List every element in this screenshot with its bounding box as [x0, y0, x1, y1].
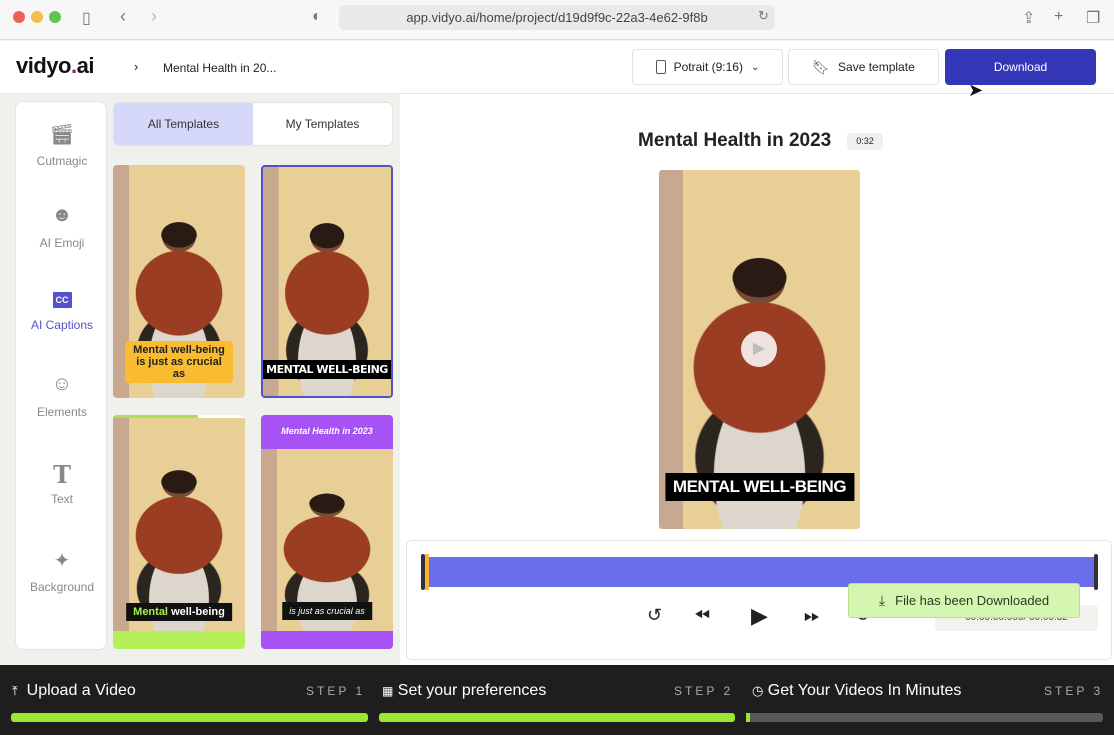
emoji-icon: ☻	[51, 204, 73, 226]
download-toast: ⤓ File has been Downloaded	[848, 583, 1080, 618]
sidebar-label: Elements	[36, 405, 88, 419]
sidebar-label: Cutmagic	[36, 154, 88, 168]
rewind-icon[interactable]: ⏪︎	[694, 605, 710, 628]
sidebar-item-ai-captions[interactable]: CC AI Captions	[16, 286, 108, 332]
aspect-label: Potrait (9:16)	[673, 60, 743, 74]
video-play-icon[interactable]: ▶	[741, 331, 777, 367]
sidebar-item-text[interactable]: T Text	[16, 460, 108, 506]
forward-icon[interactable]: ›	[151, 6, 157, 27]
replay-5-icon[interactable]: ↺	[647, 605, 662, 626]
playhead[interactable]	[425, 554, 429, 590]
upload-icon: ⤒	[12, 683, 18, 698]
sidebar-item-cutmagic[interactable]: 🎬︎ Cutmagic	[16, 122, 108, 168]
browser-toolbar: ▯ ‹ › ◐ app.vidyo.ai/home/project/d19d9f…	[0, 0, 1114, 40]
sidebar-label: AI Captions	[30, 318, 94, 332]
aspect-ratio-dropdown[interactable]: Potrait (9:16) ⌄	[632, 49, 783, 85]
download-icon: ⤓	[878, 592, 886, 608]
video-title: Mental Health in 2023	[638, 130, 832, 151]
sparkle-icon: ✦	[53, 550, 71, 572]
template-header: Mental Health in 2023	[281, 426, 373, 436]
new-tab-icon[interactable]: +	[1054, 8, 1063, 26]
sidebar-item-ai-emoji[interactable]: ☻ AI Emoji	[16, 204, 108, 250]
template-card-purple[interactable]: Mental Health in 2023 is just as crucial…	[261, 415, 393, 649]
tab-my-templates[interactable]: My Templates	[253, 103, 392, 145]
step-label: Upload a Video	[26, 682, 136, 699]
duration-badge: 0:32	[847, 133, 883, 150]
step-number: STEP 3	[1044, 684, 1104, 698]
step-3-progress	[746, 713, 1103, 722]
minimize-window-button[interactable]	[31, 11, 43, 23]
sidebar-label: Text	[50, 492, 73, 506]
template-thumbnail	[113, 418, 245, 631]
step-label: Set your preferences	[397, 682, 547, 699]
template-card-yellow[interactable]: Mental well-being is just as crucial as	[113, 165, 245, 398]
grid-icon: ▦	[382, 684, 394, 698]
shield-icon[interactable]: ◐	[312, 8, 322, 26]
step-number: STEP 1	[306, 684, 366, 698]
step-1: ⤒ Upload a Video	[12, 682, 136, 700]
bookmark-icon: 🔖︎	[812, 58, 831, 75]
toast-message: File has been Downloaded	[895, 593, 1050, 608]
mouse-cursor-icon: ➤	[968, 80, 984, 100]
step-3: ◷ Get Your Videos In Minutes	[752, 682, 961, 700]
template-card-green[interactable]: Mental well-being	[113, 415, 245, 649]
step-2: ▦ Set your preferences	[382, 682, 546, 700]
tab-all-templates[interactable]: All Templates	[114, 103, 253, 145]
tool-sidebar: 🎬︎ Cutmagic ☻ AI Emoji CC AI Captions ☺ Elem…	[15, 101, 107, 650]
maximize-window-button[interactable]	[49, 11, 61, 23]
sidebar-item-background[interactable]: ✦ Background	[16, 548, 108, 594]
tabs-overview-icon[interactable]: ❐	[1086, 8, 1100, 28]
play-icon[interactable]: ▶	[751, 603, 768, 629]
clapper-sparkle-icon: 🎬︎	[49, 124, 75, 146]
clock-icon: ◷	[752, 683, 764, 698]
vidyo-logo[interactable]: vidyo.ai	[16, 53, 94, 79]
save-template-label: Save template	[838, 60, 915, 74]
template-tabs: All Templates My Templates	[113, 102, 393, 146]
url-bar[interactable]: app.vidyo.ai/home/project/d19d9f9c-22a3-…	[339, 5, 775, 30]
cc-icon: CC	[16, 286, 108, 312]
text-icon: T	[53, 460, 71, 489]
step-number: STEP 2	[674, 684, 734, 698]
phone-icon	[655, 60, 666, 74]
sidebar-label: Background	[29, 580, 95, 594]
breadcrumb-chevron-icon: ›	[134, 59, 139, 74]
template-caption: MENTAL WELL-BEING	[263, 360, 391, 379]
steps-bar: ⤒ Upload a Video STEP 1 ▦ Set your prefe…	[0, 665, 1114, 735]
step-label: Get Your Videos In Minutes	[767, 682, 962, 699]
template-caption: is just as crucial as	[282, 602, 372, 620]
sidebar-toggle-icon[interactable]: ▯	[82, 8, 91, 28]
save-template-button[interactable]: 🔖︎ Save template	[788, 49, 939, 85]
smiley-icon: ☺	[51, 373, 73, 395]
template-card-bold-black[interactable]: MENTAL WELL-BEING	[261, 165, 393, 398]
breadcrumb-project[interactable]: Mental Health in 20...	[163, 61, 276, 75]
step-2-progress	[379, 713, 735, 722]
template-caption: Mental well-being	[126, 603, 232, 621]
template-caption: Mental well-being is just as crucial as	[125, 341, 233, 383]
sidebar-item-elements[interactable]: ☺ Elements	[16, 373, 108, 419]
share-icon[interactable]: ⇪	[1022, 8, 1035, 28]
chevron-down-icon: ⌄	[750, 61, 760, 73]
fast-forward-icon[interactable]: ⏩︎	[804, 605, 820, 628]
app-header: vidyo.ai › Mental Health in 20... Potrai…	[0, 41, 1114, 94]
close-window-button[interactable]	[13, 11, 25, 23]
video-caption: MENTAL WELL-BEING	[664, 473, 855, 501]
reload-icon[interactable]: ↻	[758, 8, 769, 24]
trim-handle-end[interactable]	[1094, 554, 1098, 590]
step-1-progress	[11, 713, 368, 722]
back-icon[interactable]: ‹	[120, 6, 126, 27]
sidebar-label: AI Emoji	[39, 236, 85, 250]
